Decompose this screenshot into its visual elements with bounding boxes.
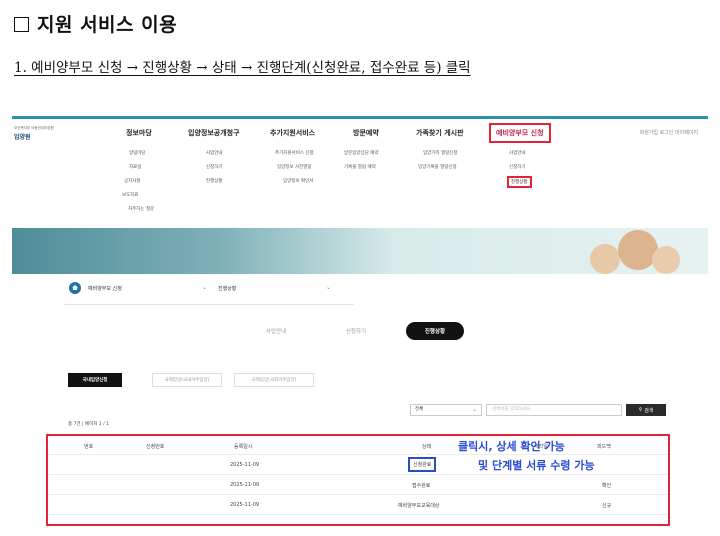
chevron-down-icon[interactable]: ⌄: [202, 284, 207, 291]
hero-banner: [12, 228, 708, 274]
submenu-item[interactable]: 입양기록물 열람신청: [418, 164, 457, 170]
submenu-item[interactable]: 보도자료: [122, 192, 139, 198]
table-cell-date: 2025-11-09: [230, 502, 260, 508]
status-link-education[interactable]: 예비양부모교육대상: [398, 502, 439, 509]
subtab-domestic[interactable]: 국내입양신청: [68, 373, 122, 387]
instruction-step: 1. 예비양부모 신청 → 진행상황 → 상태 → 진행단계(신청완료, 접수완…: [14, 60, 471, 76]
gnb-open-request[interactable]: 입양정보공개청구: [188, 128, 240, 138]
submenu-item[interactable]: 입양가족 열람신청: [423, 150, 458, 156]
status-link-received[interactable]: 접수완료: [412, 482, 430, 489]
status-link-applied[interactable]: 신청완료: [408, 457, 437, 472]
submenu-item[interactable]: 신청하기: [206, 164, 223, 170]
table-header-app-no: 신청번호: [146, 444, 165, 450]
submenu-item[interactable]: 신청하기: [509, 164, 526, 170]
document-title-text: 지원 서비스 이용: [37, 14, 178, 36]
table-divider: [48, 454, 668, 455]
submenu-item[interactable]: 방문입양상담 예약: [344, 150, 379, 156]
breadcrumb-first[interactable]: 예비양부모 신청: [88, 285, 122, 292]
table-cell-date: 2025-11-09: [230, 462, 260, 468]
submenu-item[interactable]: 입양정보 사전열람: [277, 164, 312, 170]
home-icon[interactable]: [69, 282, 81, 294]
logo-small-text: 보건복지부 아동권리보장원: [14, 126, 54, 130]
subtab-intl-overseas[interactable]: 국제입양(국외거주입양): [234, 373, 314, 387]
gnb-extra-service[interactable]: 추가지원서비스: [270, 128, 315, 138]
subtab-intl-domestic[interactable]: 국제입양(국내거주입양): [152, 373, 222, 387]
filter-select[interactable]: 전체 ⌄: [410, 404, 482, 416]
submenu-item[interactable]: 사업안내: [206, 150, 223, 156]
tab-business-info[interactable]: 사업안내: [248, 322, 304, 340]
submenu-item[interactable]: 기록물 열람 예약: [344, 164, 376, 170]
breadcrumb-second[interactable]: 진행상황: [218, 285, 236, 292]
table-cell-feedback: 확인: [602, 483, 612, 489]
submenu-item[interactable]: 자주하는 질문: [128, 206, 154, 212]
result-count: 총 7건 | 페이지 1 / 1: [68, 422, 109, 427]
table-divider: [48, 494, 668, 495]
gnb-info[interactable]: 정보마당: [126, 128, 152, 138]
gnb-prospective-parents[interactable]: 예비양부모 신청: [489, 123, 551, 143]
search-icon: ⚲: [638, 407, 643, 413]
wooden-doll-image: [590, 244, 620, 274]
submenu-item[interactable]: 입양정보 확인서: [283, 178, 313, 184]
table-header-feedback: 피드백: [597, 444, 611, 450]
tab-apply[interactable]: 신청하기: [328, 322, 384, 340]
filter-select-value: 전체: [415, 407, 424, 412]
logo-name: 입양원: [14, 134, 31, 141]
utility-links[interactable]: 회원가입 로그인 마이페이지: [640, 129, 698, 136]
submenu-item-progress[interactable]: 진행상황: [507, 176, 532, 188]
submenu-item[interactable]: 사업안내: [509, 150, 526, 156]
wooden-doll-image: [652, 246, 680, 274]
search-button-label: 검색: [644, 407, 654, 414]
submenu-item[interactable]: 자료실: [129, 164, 141, 170]
chevron-down-icon: ⌄: [471, 406, 477, 413]
submenu-item[interactable]: 알림마당: [129, 150, 146, 156]
site-screenshot: 보건복지부 아동권리보장원 입양원 정보마당 입양정보공개청구 추가지원서비스 …: [12, 116, 708, 526]
table-header-no: 번호: [84, 444, 94, 450]
table-cell-date: 2025-11-09: [230, 482, 260, 488]
annotation-detail: 클릭시, 상세 확인 가능: [458, 440, 565, 453]
search-input[interactable]: 검색어를 입력하세요: [486, 404, 622, 416]
search-placeholder: 검색어를 입력하세요: [492, 407, 531, 412]
gnb-visit-reservation[interactable]: 방문예약: [353, 128, 379, 138]
gnb-family-board[interactable]: 가족찾기 게시판: [416, 128, 464, 138]
annotation-documents: 및 단계별 서류 수령 가능: [478, 459, 595, 472]
table-cell-feedback: 신규: [602, 503, 612, 509]
breadcrumb-divider: [64, 304, 354, 305]
search-button[interactable]: ⚲ 검색: [626, 404, 666, 416]
site-logo[interactable]: 보건복지부 아동권리보장원 입양원: [14, 126, 54, 144]
submenu-item[interactable]: 추가지원서비스 신청: [275, 150, 314, 156]
tab-progress[interactable]: 진행상황: [406, 322, 464, 340]
checkbox-square-icon: [14, 17, 29, 32]
table-header-status: 상태: [422, 444, 432, 450]
table-divider: [48, 514, 668, 515]
chevron-down-icon[interactable]: ⌄: [326, 284, 331, 291]
document-title: 지원 서비스 이용: [14, 10, 177, 37]
submenu-item[interactable]: 진행상황: [206, 178, 223, 184]
table-header-date: 등록일시: [234, 444, 253, 450]
table-divider: [48, 474, 668, 475]
table-highlight-box: [46, 434, 670, 526]
submenu-item[interactable]: 공지사항: [124, 178, 141, 184]
header-top-line: [12, 116, 708, 119]
